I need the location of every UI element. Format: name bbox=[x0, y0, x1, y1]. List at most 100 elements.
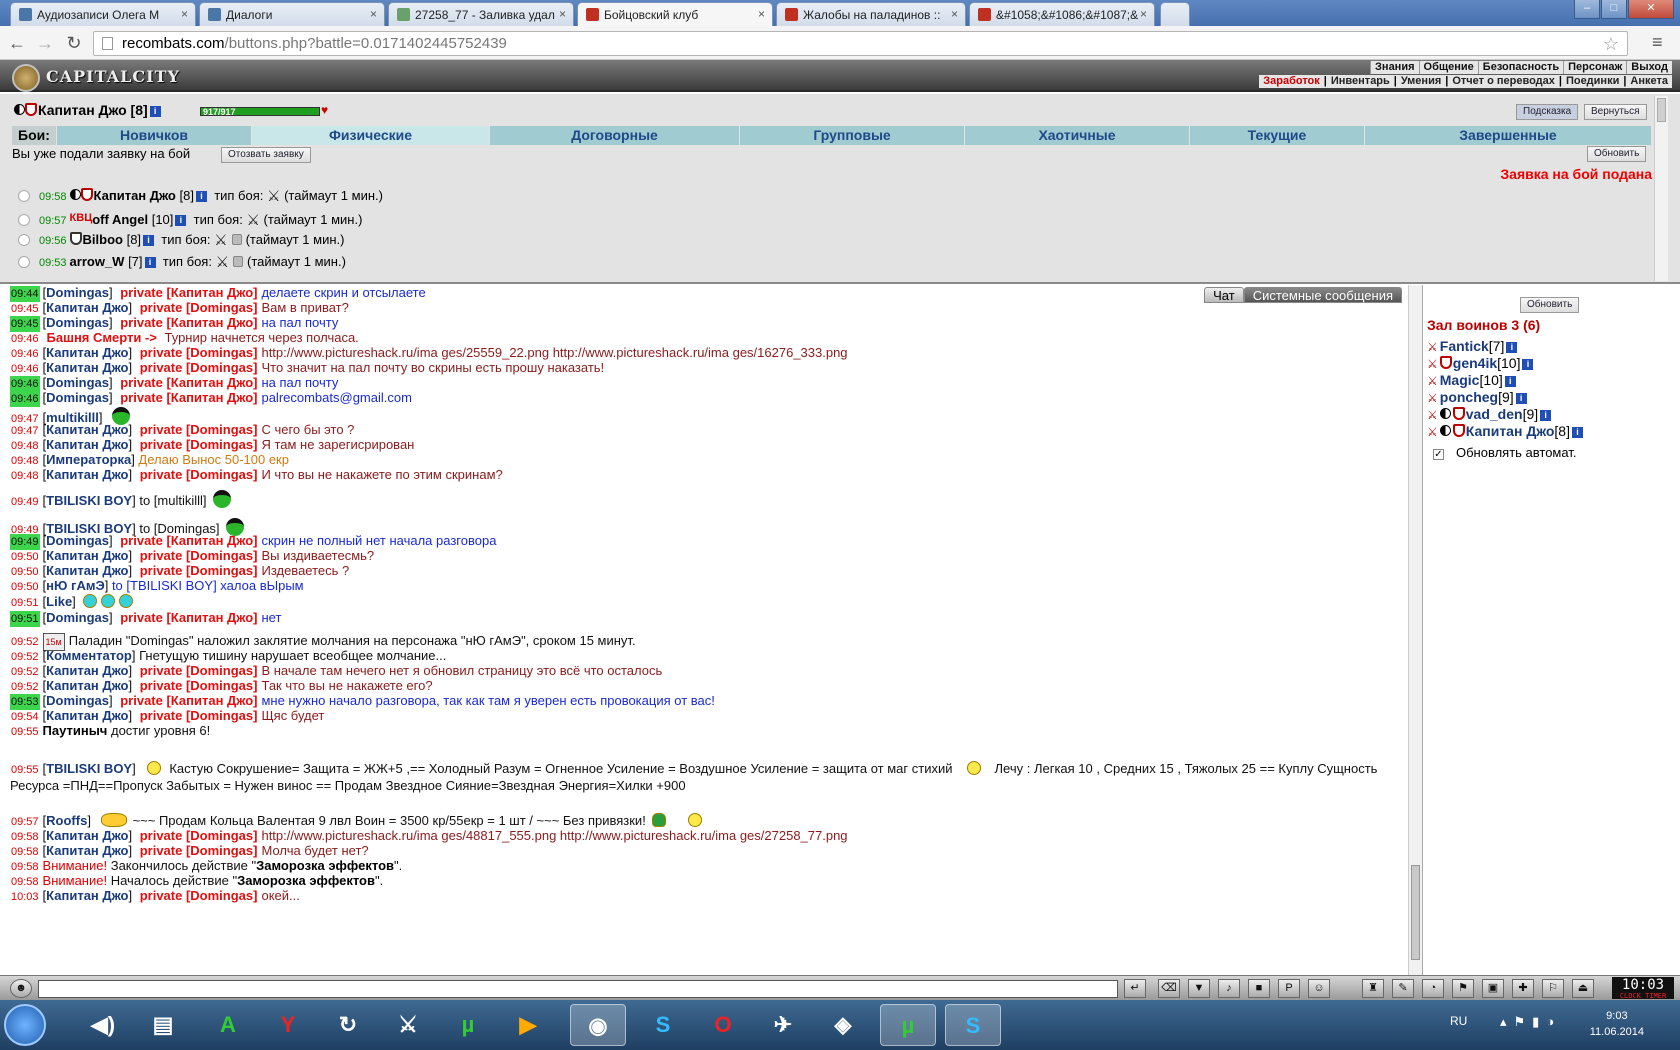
private-target[interactable]: private [Капитан Джо] bbox=[120, 610, 257, 625]
tab-finished[interactable]: Завершенные bbox=[1365, 126, 1652, 145]
app-a-icon[interactable]: A bbox=[200, 1004, 256, 1046]
tab-contract[interactable]: Договорные bbox=[490, 126, 740, 145]
send-icon[interactable]: ↵ bbox=[1124, 979, 1146, 998]
info-icon[interactable]: i bbox=[1572, 427, 1583, 438]
chat-nick[interactable]: Капитан Джо bbox=[46, 300, 128, 315]
private-target[interactable]: private [Domingas] bbox=[140, 663, 258, 678]
chat-timestamp[interactable]: 09:51 bbox=[10, 611, 40, 627]
exit-icon[interactable]: ⏏ bbox=[1572, 979, 1594, 998]
chat-nick[interactable]: Капитан Джо bbox=[46, 548, 128, 563]
private-target[interactable]: private [Domingas] bbox=[140, 345, 258, 360]
battles-scrollbar[interactable] bbox=[1654, 96, 1668, 281]
bid-radio[interactable] bbox=[18, 256, 30, 268]
sound-icon[interactable]: ♪ bbox=[1218, 979, 1240, 998]
private-target[interactable]: private [Domingas] bbox=[140, 828, 258, 843]
tab-group[interactable]: Групповые bbox=[740, 126, 965, 145]
private-target[interactable]: private [Капитан Джо] bbox=[120, 285, 257, 300]
private-target[interactable]: private [Domingas] bbox=[140, 360, 258, 375]
info-icon[interactable]: i bbox=[1522, 359, 1534, 370]
chat-nick[interactable]: Комментатор bbox=[46, 648, 132, 663]
chat-nick[interactable]: Капитан Джо bbox=[46, 678, 128, 693]
arrow-app-icon[interactable]: ↻ bbox=[320, 1004, 376, 1046]
chat-nick[interactable]: нЮ гАмЭ bbox=[46, 578, 105, 593]
chat-nick[interactable]: Капитан Джо bbox=[46, 708, 128, 723]
info-icon[interactable]: i bbox=[1506, 342, 1518, 353]
tab-system-messages[interactable]: Системные сообщения bbox=[1243, 287, 1402, 303]
chat-nick[interactable]: Императорка bbox=[46, 452, 131, 467]
browser-tab-2[interactable]: Диалоги × bbox=[199, 2, 385, 26]
chat-nick[interactable]: Domingas bbox=[46, 693, 109, 708]
chat-nick[interactable]: Капитан Джо bbox=[46, 422, 128, 437]
player-name[interactable]: Fantick bbox=[1440, 338, 1489, 354]
chat-nick[interactable]: Domingas bbox=[46, 390, 109, 405]
chat-nick[interactable]: Rooffs bbox=[46, 813, 87, 828]
tray-clock[interactable]: 9:03 11.06.2014 bbox=[1590, 1008, 1644, 1040]
chat-nick[interactable]: Domingas bbox=[46, 315, 109, 330]
bid-player-name[interactable]: Bilboo bbox=[83, 232, 123, 247]
chat-person-icon[interactable]: ☻ bbox=[10, 979, 32, 998]
info-icon[interactable]: i bbox=[1515, 393, 1527, 404]
utorrent-icon[interactable]: µ bbox=[440, 1004, 496, 1046]
skype-icon-2[interactable]: S bbox=[945, 1004, 1001, 1046]
private-target[interactable]: private [Domingas] bbox=[140, 708, 258, 723]
chat-timestamp[interactable]: 09:50 bbox=[10, 579, 40, 595]
tanks-icon[interactable]: ◈ bbox=[815, 1004, 871, 1046]
private-target[interactable]: private [Domingas] bbox=[140, 888, 258, 903]
browser-tab-1[interactable]: Аудиозаписи Олега М × bbox=[10, 2, 196, 26]
chat-nick[interactable]: Капитан Джо bbox=[46, 360, 128, 375]
explorer-icon[interactable]: ▤ bbox=[135, 1004, 191, 1046]
submenu-profile[interactable]: Анкета bbox=[1626, 75, 1672, 88]
tab-chat[interactable]: Чат bbox=[1204, 287, 1244, 303]
utorrent-icon-2[interactable]: µ bbox=[880, 1004, 936, 1046]
chat-nick[interactable]: Like bbox=[46, 594, 72, 609]
scroll-thumb[interactable] bbox=[1411, 865, 1420, 960]
player-name[interactable]: Magic bbox=[1440, 372, 1480, 388]
cs-icon[interactable]: ⚔ bbox=[380, 1004, 436, 1046]
info-icon[interactable]: i bbox=[143, 235, 155, 246]
back-button[interactable]: Вернуться bbox=[1584, 104, 1647, 120]
menu-knowledge[interactable]: Знания bbox=[1370, 61, 1419, 74]
language-indicator[interactable]: RU bbox=[1450, 1014, 1467, 1028]
eraser-icon[interactable]: ⌫ bbox=[1158, 979, 1180, 998]
yandex-icon[interactable]: Y bbox=[260, 1004, 316, 1046]
filter-icon[interactable]: ▼ bbox=[1188, 979, 1210, 998]
close-tab-icon[interactable]: × bbox=[370, 7, 377, 21]
browser-tab-3[interactable]: 27258_77 - Заливка удал × bbox=[388, 2, 574, 26]
chat-nick[interactable]: TBILISKI BOY bbox=[46, 761, 132, 776]
menu-character[interactable]: Персонаж bbox=[1563, 61, 1627, 74]
flag-icon[interactable]: ⚐ bbox=[1542, 979, 1564, 998]
player-name[interactable]: poncheg bbox=[1440, 389, 1498, 405]
chat-input[interactable] bbox=[38, 980, 1118, 998]
withdraw-bid-button[interactable]: Отозвать заявку bbox=[221, 147, 311, 163]
hint-button[interactable]: Подсказка bbox=[1516, 104, 1579, 120]
bid-player-name[interactable]: arrow_W bbox=[70, 254, 125, 269]
media-player-icon[interactable]: ◀) bbox=[75, 1004, 131, 1046]
close-tab-icon[interactable]: × bbox=[181, 7, 188, 21]
chat-timestamp[interactable]: 10:03 bbox=[10, 889, 40, 905]
smiley-icon[interactable]: ☺ bbox=[1308, 979, 1330, 998]
chat-nick[interactable]: Domingas bbox=[46, 285, 109, 300]
chat-timestamp[interactable]: 09:46 bbox=[10, 391, 40, 407]
tab-novice[interactable]: Новичков bbox=[57, 126, 252, 145]
info-icon[interactable]: i bbox=[144, 257, 156, 268]
skype-icon[interactable]: S bbox=[635, 1004, 691, 1046]
bookmark-star-icon[interactable]: ☆ bbox=[1603, 33, 1619, 56]
tray-icons[interactable]: ▴⚑▮◑ bbox=[1500, 1014, 1561, 1030]
info-icon[interactable]: i bbox=[1504, 376, 1516, 387]
player-name[interactable]: gen4ik bbox=[1453, 355, 1497, 371]
chat-nick[interactable]: Капитан Джо bbox=[46, 843, 128, 858]
close-tab-icon[interactable]: × bbox=[559, 7, 566, 21]
chat-nick[interactable]: Капитан Джо bbox=[46, 437, 128, 452]
battle-flag-icon[interactable]: ⚔ bbox=[1427, 423, 1438, 441]
player-name[interactable]: Капитан Джо bbox=[1466, 423, 1555, 439]
info-icon[interactable]: i bbox=[1540, 410, 1552, 421]
close-tab-icon[interactable]: × bbox=[758, 7, 765, 21]
submenu-transfer-report[interactable]: Отчет о переводах bbox=[1448, 75, 1559, 88]
bid-radio[interactable] bbox=[18, 214, 30, 226]
chat-scrollbar[interactable] bbox=[1408, 285, 1422, 975]
bottle-icon[interactable]: ♜ bbox=[1362, 979, 1384, 998]
chat-nick[interactable]: Капитан Джо bbox=[46, 888, 128, 903]
private-target[interactable]: private [Domingas] bbox=[140, 843, 258, 858]
address-bar[interactable]: recombats.com/buttons.php?battle=0.01714… bbox=[93, 31, 1628, 56]
inventory-icon[interactable]: ▣ bbox=[1482, 979, 1504, 998]
